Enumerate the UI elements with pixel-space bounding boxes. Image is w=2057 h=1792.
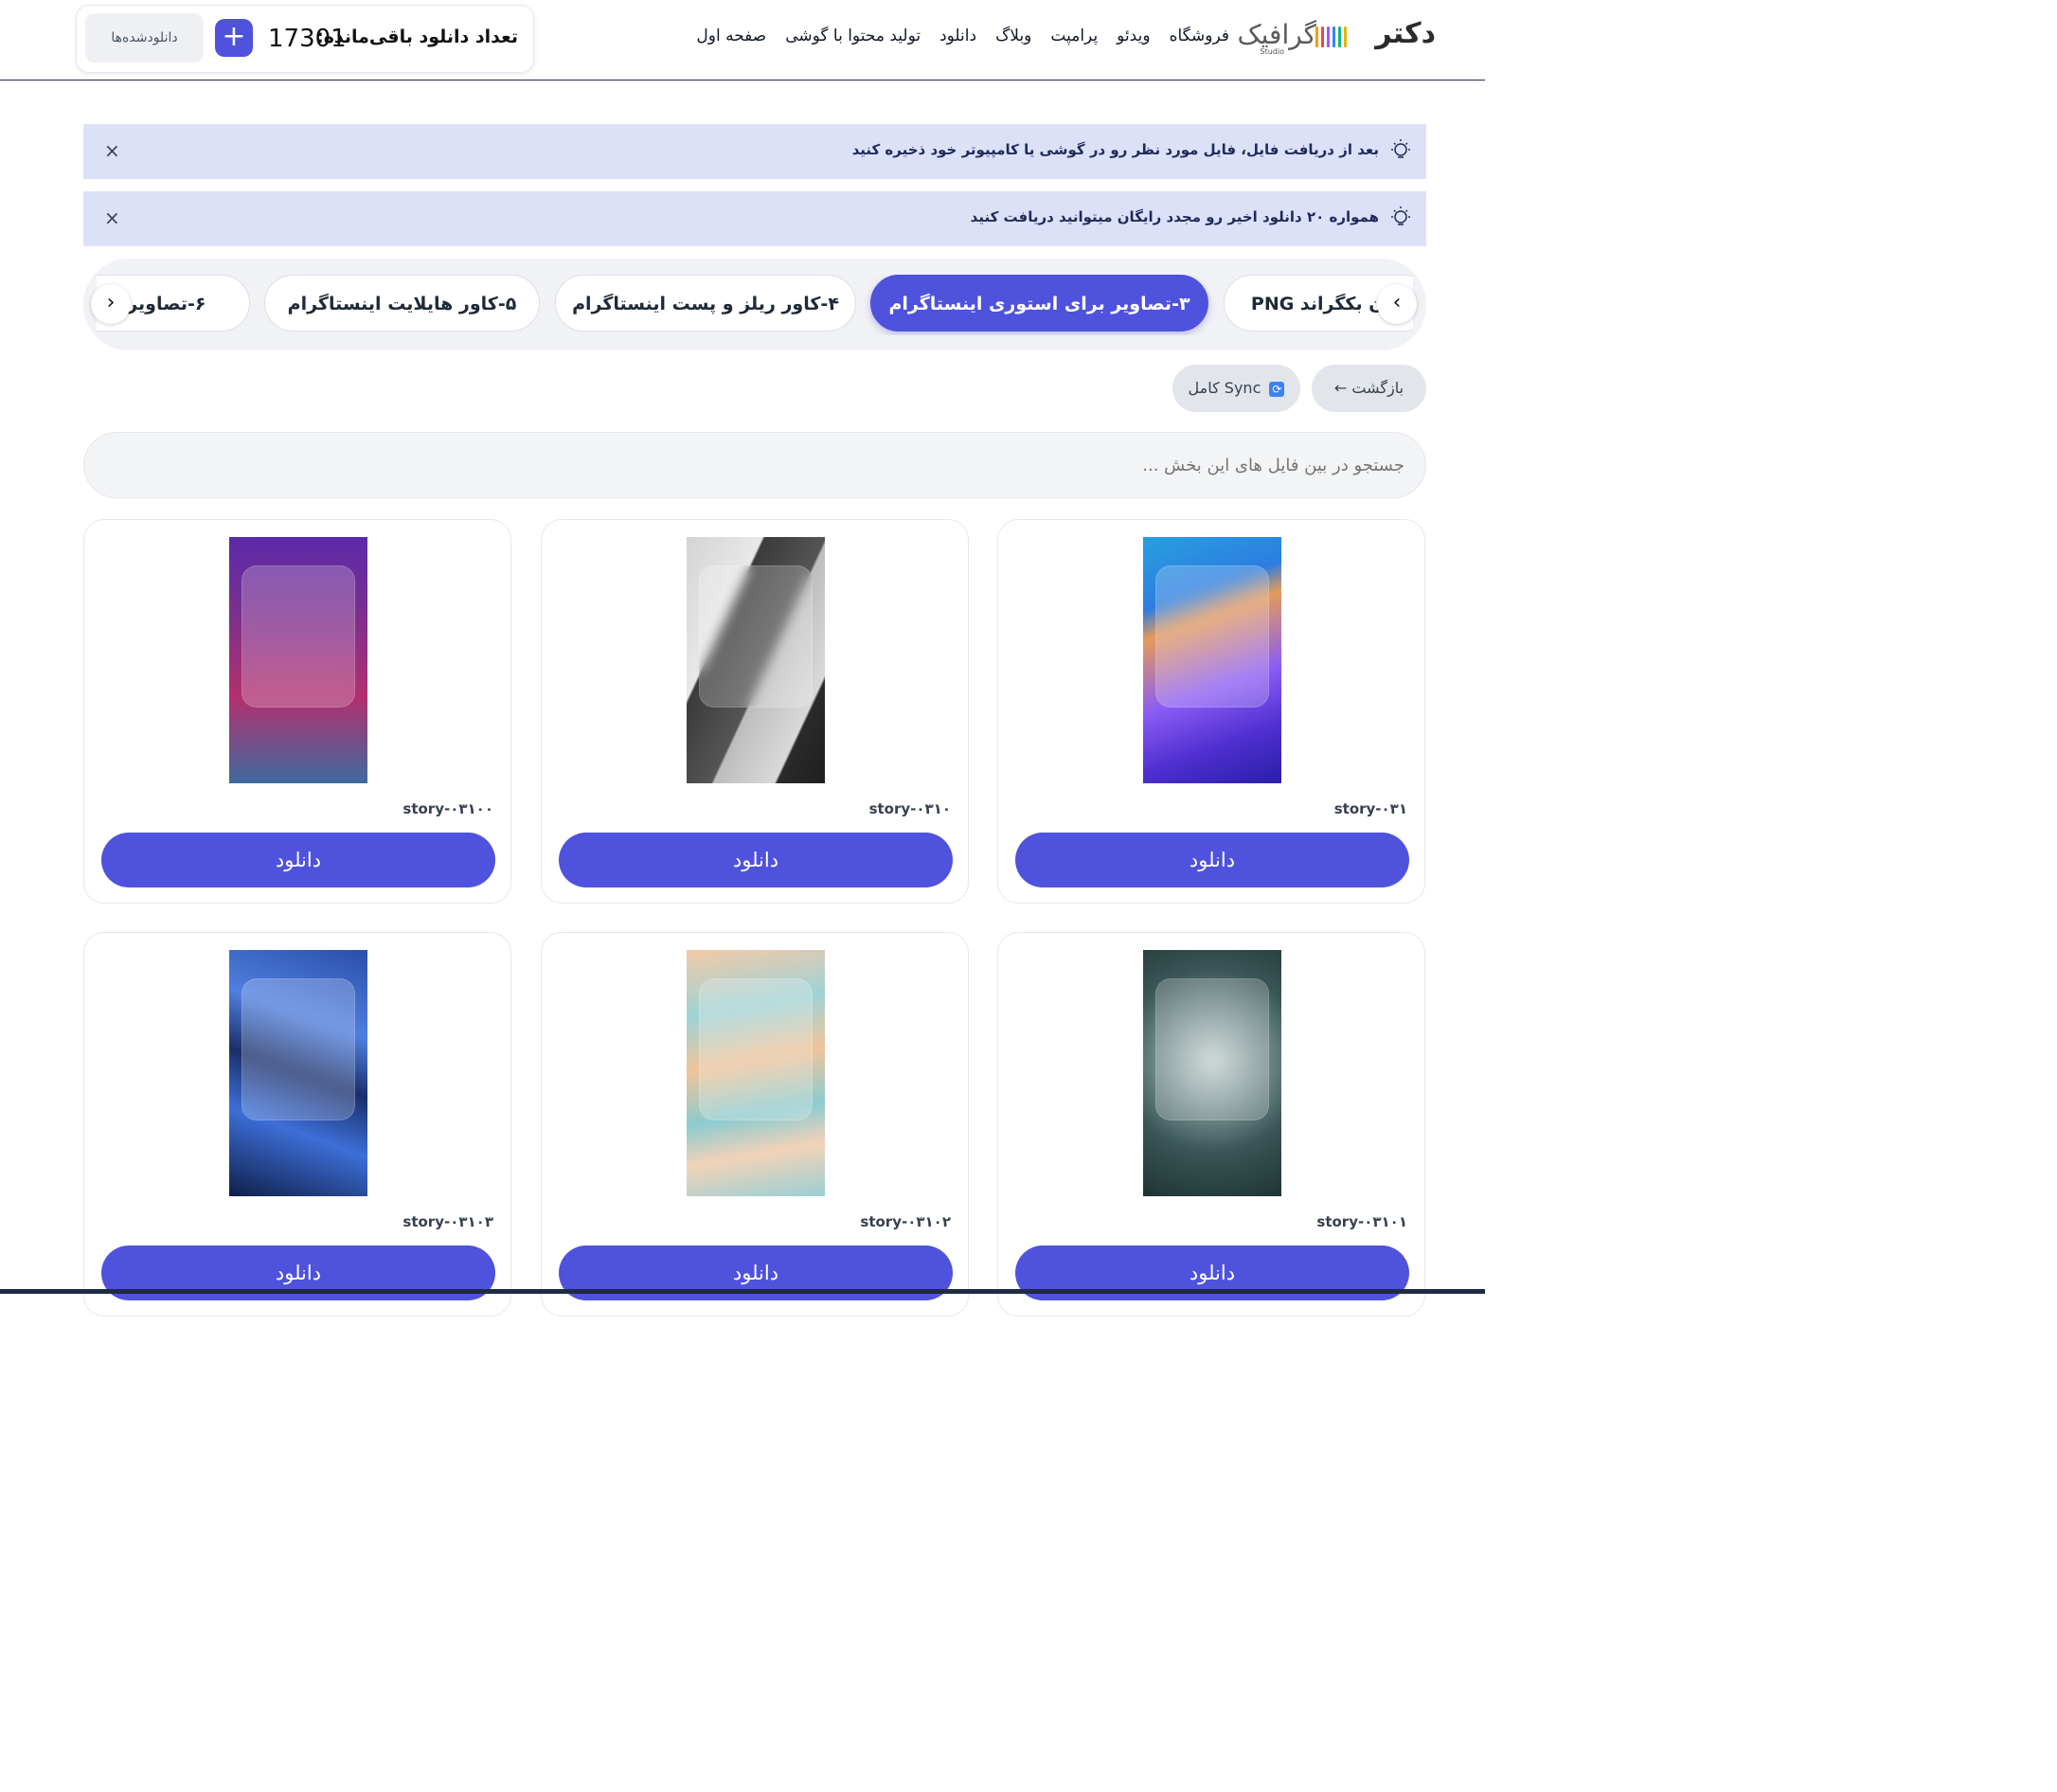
thumbnail-glass-overlay	[1155, 978, 1269, 1120]
file-thumbnail[interactable]	[229, 950, 367, 1196]
site-logo[interactable]: دکتر گرافیک Studio	[1238, 17, 1436, 59]
nav-shop[interactable]: فروشگاه	[1170, 27, 1229, 45]
file-card: story-۰۳۱۰۳ دانلود	[83, 932, 511, 1317]
download-button[interactable]: دانلود	[559, 833, 953, 887]
nav-mobile-content[interactable]: تولید محتوا با گوشی	[785, 27, 921, 45]
download-button[interactable]: دانلود	[101, 833, 495, 887]
nav-video[interactable]: ویدئو	[1117, 27, 1150, 45]
thumbnail-glass-overlay	[241, 978, 355, 1120]
alert-free-redownload: همواره ۲۰ دانلود اخیر رو مجدد رایگان میت…	[83, 191, 1426, 246]
top-header: دکتر گرافیک Studio صفحه اول تولید محتوا …	[0, 0, 1485, 81]
back-button[interactable]: بازگشت ←	[1312, 365, 1426, 412]
alert-text: همواره ۲۰ دانلود اخیر رو مجدد رایگان میت…	[970, 208, 1379, 225]
sync-icon: ⟳	[1269, 381, 1285, 397]
file-name: story-۰۳۱	[1333, 800, 1407, 817]
file-card: story-۰۳۱۰۲ دانلود	[541, 932, 969, 1317]
alert-save-file: بعد از دریافت فایل، فایل مورد نظر رو در …	[83, 124, 1426, 179]
file-name: story-۰۳۱۰	[868, 800, 951, 817]
nav-download[interactable]: دانلود	[939, 27, 976, 45]
thumbnail-glass-overlay	[1155, 565, 1269, 708]
back-label: بازگشت	[1351, 379, 1404, 397]
file-name: story-۰۳۱۰۱	[1316, 1213, 1407, 1230]
file-thumbnail[interactable]	[687, 537, 825, 783]
bottom-border	[0, 1289, 1485, 1294]
lightbulb-icon	[1391, 139, 1410, 158]
close-icon[interactable]: ×	[104, 206, 120, 229]
full-sync-button[interactable]: ⟳ Sync کامل	[1172, 365, 1300, 412]
tabs-track: ...ن بکگراند PNG ۳-تصاویر برای استوری ای…	[97, 275, 1413, 335]
remaining-downloads-value: 17301	[268, 25, 347, 53]
file-name: story-۰۳۱۰۰	[402, 800, 493, 817]
logo-text-secondary: گرافیک	[1237, 19, 1316, 50]
nav-prompt[interactable]: پرامپت	[1050, 27, 1098, 45]
downloaded-files-button[interactable]: دانلودشده‌ها	[85, 13, 204, 63]
thumbnail-glass-overlay	[699, 565, 813, 708]
file-thumbnail[interactable]	[1143, 950, 1281, 1196]
file-thumbnail[interactable]	[687, 950, 825, 1196]
close-icon[interactable]: ×	[104, 139, 120, 162]
file-name: story-۰۳۱۰۳	[402, 1213, 493, 1230]
file-thumbnail[interactable]	[229, 537, 367, 783]
alert-text: بعد از دریافت فایل، فایل مورد نظر رو در …	[851, 141, 1379, 158]
file-card: story-۰۳۱۰۱ دانلود	[997, 932, 1425, 1317]
tab-instagram-story[interactable]: ۳-تصاویر برای استوری اینستاگرام	[870, 275, 1208, 332]
download-counter-panel: تعداد دانلود باقی‌مانده: 17301 + دانلودش…	[76, 5, 534, 73]
nav-home[interactable]: صفحه اول	[696, 27, 766, 45]
file-card: story-۰۳۱۰ دانلود	[541, 519, 969, 904]
nav-blog[interactable]: وبلاگ	[995, 27, 1031, 45]
logo-text-primary: دکتر	[1375, 17, 1436, 50]
file-card: story-۰۳۱ دانلود	[997, 519, 1425, 904]
thumbnail-glass-overlay	[241, 565, 355, 708]
file-card: story-۰۳۱۰۰ دانلود	[83, 519, 511, 904]
logo-color-bars	[1315, 27, 1347, 47]
file-thumbnail[interactable]	[1143, 537, 1281, 783]
remaining-downloads-label: تعداد دانلود باقی‌مانده:	[316, 27, 518, 47]
search-input[interactable]	[83, 432, 1426, 498]
tab-reels-cover[interactable]: ۴-کاور ریلز و پست اینستاگرام	[555, 275, 856, 332]
chevron-left-icon[interactable]: ‹	[1377, 284, 1417, 324]
category-tabs: ...ن بکگراند PNG ۳-تصاویر برای استوری ای…	[83, 259, 1426, 350]
arrow-left-icon: ←	[1333, 379, 1348, 397]
chevron-right-icon[interactable]: ›	[91, 284, 131, 324]
lightbulb-icon	[1391, 206, 1410, 225]
tab-highlight-cover[interactable]: ۵-کاور هایلایت اینستاگرام	[264, 275, 540, 332]
download-button[interactable]: دانلود	[1015, 833, 1409, 887]
logo-studio-label: Studio	[1260, 47, 1284, 56]
main-nav: صفحه اول تولید محتوا با گوشی دانلود وبلا…	[696, 27, 1229, 45]
thumbnail-glass-overlay	[699, 978, 813, 1120]
add-downloads-button[interactable]: +	[215, 19, 253, 57]
sync-label: Sync کامل	[1188, 379, 1261, 397]
file-name: story-۰۳۱۰۲	[860, 1213, 951, 1230]
